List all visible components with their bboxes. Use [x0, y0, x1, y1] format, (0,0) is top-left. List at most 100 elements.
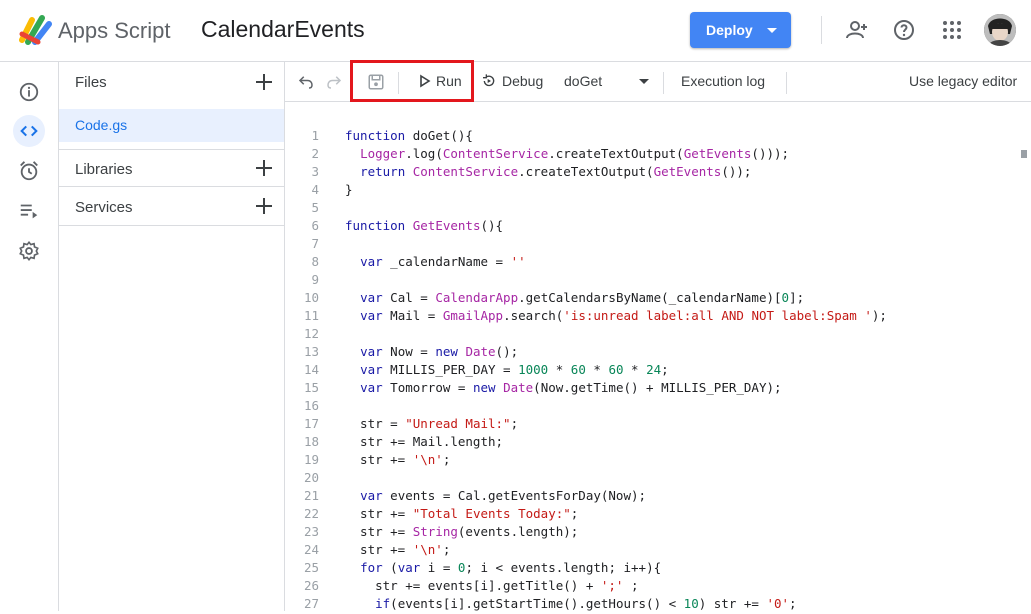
scrollbar-marker[interactable] — [1021, 150, 1027, 158]
add-file-icon[interactable] — [254, 72, 274, 92]
settings-icon[interactable] — [13, 235, 45, 267]
code-line[interactable]: 5 — [285, 200, 1015, 218]
undo-icon[interactable] — [297, 73, 315, 91]
add-person-icon[interactable] — [845, 18, 869, 42]
code-text[interactable]: } — [345, 182, 353, 197]
code-text[interactable]: str += events[i].getTitle() + ';' ; — [345, 578, 638, 593]
help-icon[interactable] — [892, 18, 916, 42]
code-line[interactable]: 11 var Mail = GmailApp.search('is:unread… — [285, 308, 1015, 326]
apps-script-logo[interactable] — [18, 14, 54, 46]
code-text[interactable]: str += Mail.length; — [345, 434, 503, 449]
code-text[interactable]: Logger.log(ContentService.createTextOutp… — [345, 146, 789, 161]
code-text[interactable]: function doGet(){ — [345, 128, 473, 143]
project-title[interactable]: CalendarEvents — [201, 16, 365, 43]
redo-icon[interactable] — [325, 73, 343, 91]
code-text[interactable]: if(events[i].getStartTime().getHours() <… — [345, 596, 796, 611]
line-number: 2 — [311, 146, 319, 161]
line-number: 13 — [303, 344, 319, 359]
code-line[interactable]: 6 function GetEvents(){ — [285, 218, 1015, 236]
code-line[interactable]: 8 var _calendarName = '' — [285, 254, 1015, 272]
code-text[interactable]: var _calendarName = '' — [345, 254, 526, 269]
code-text[interactable]: str += '\n'; — [345, 542, 450, 557]
line-number: 14 — [303, 362, 319, 377]
code-text[interactable]: var Cal = CalendarApp.getCalendarsByName… — [345, 290, 804, 305]
files-panel: Files Code.gs Libraries Services — [59, 62, 285, 611]
code-text[interactable]: str = "Unread Mail:"; — [345, 416, 518, 431]
debug-icon — [483, 74, 495, 87]
code-line[interactable]: 7 — [285, 236, 1015, 254]
code-line[interactable]: 23 str += String(events.length); — [285, 524, 1015, 542]
code-editor[interactable]: 1 function doGet(){ 2 Logger.log(ContentSe… — [285, 102, 1031, 611]
code-line[interactable]: 16 — [285, 398, 1015, 416]
code-text[interactable]: for (var i = 0; i < events.length; i++){ — [345, 560, 661, 575]
line-number: 25 — [303, 560, 319, 575]
code-line[interactable]: 19 str += '\n'; — [285, 452, 1015, 470]
executions-icon[interactable] — [13, 195, 45, 227]
code-line[interactable]: 4} — [285, 182, 1015, 200]
code-text[interactable]: str += String(events.length); — [345, 524, 578, 539]
services-row[interactable]: Services — [59, 188, 284, 226]
code-line[interactable]: 25 for (var i = 0; i < events.length; i+… — [285, 560, 1015, 578]
triggers-icon[interactable] — [13, 155, 45, 187]
code-line[interactable]: 26 str += events[i].getTitle() + ';' ; — [285, 578, 1015, 596]
code-text[interactable]: str += "Total Events Today:"; — [345, 506, 578, 521]
code-line[interactable]: 22 str += "Total Events Today:"; — [285, 506, 1015, 524]
deploy-button[interactable]: Deploy — [690, 12, 791, 48]
line-number: 4 — [311, 182, 319, 197]
use-legacy-editor-button[interactable]: Use legacy editor — [909, 73, 1017, 89]
overview-icon[interactable] — [13, 76, 45, 108]
files-header: Files — [59, 62, 284, 102]
line-number: 9 — [311, 272, 319, 287]
line-number: 24 — [303, 542, 319, 557]
libraries-row[interactable]: Libraries — [59, 149, 284, 187]
code-text[interactable]: var Now = new Date(); — [345, 344, 518, 359]
deploy-label: Deploy — [706, 22, 753, 38]
code-text[interactable]: var Mail = GmailApp.search('is:unread la… — [345, 308, 887, 323]
code-text[interactable]: var MILLIS_PER_DAY = 1000 * 60 * 60 * 24… — [345, 362, 669, 377]
code-line[interactable]: 20 — [285, 470, 1015, 488]
code-line[interactable]: 10 var Cal = CalendarApp.getCalendarsByN… — [285, 290, 1015, 308]
divider — [821, 16, 822, 44]
code-line[interactable]: 21 var events = Cal.getEventsForDay(Now)… — [285, 488, 1015, 506]
code-line[interactable]: 18 str += Mail.length; — [285, 434, 1015, 452]
debug-button[interactable]: Debug — [481, 73, 543, 89]
code-text[interactable]: return ContentService.createTextOutput(G… — [345, 164, 751, 179]
editor-icon[interactable] — [13, 115, 45, 147]
line-number: 23 — [303, 524, 319, 539]
code-line[interactable]: 15 var Tomorrow = new Date(Now.getTime()… — [285, 380, 1015, 398]
code-line[interactable]: 12 — [285, 326, 1015, 344]
execution-log-button[interactable]: Execution log — [681, 73, 765, 89]
code-line[interactable]: 13 var Now = new Date(); — [285, 344, 1015, 362]
toolbar-divider — [663, 72, 664, 94]
code-line[interactable]: 9 — [285, 272, 1015, 290]
file-item-code-gs[interactable]: Code.gs — [59, 109, 284, 142]
libraries-label: Libraries — [75, 161, 133, 178]
line-number: 22 — [303, 506, 319, 521]
code-line[interactable]: 1 function doGet(){ — [285, 128, 1015, 146]
top-app-bar: Apps Script CalendarEvents Deploy — [0, 0, 1031, 62]
code-line[interactable]: 14 var MILLIS_PER_DAY = 1000 * 60 * 60 *… — [285, 362, 1015, 380]
add-service-icon[interactable] — [254, 196, 274, 216]
code-text[interactable]: var Tomorrow = new Date(Now.getTime() + … — [345, 380, 781, 395]
code-line[interactable]: 3 return ContentService.createTextOutput… — [285, 164, 1015, 182]
line-number: 16 — [303, 398, 319, 413]
add-library-icon[interactable] — [254, 158, 274, 178]
code-line[interactable]: 2 Logger.log(ContentService.createTextOu… — [285, 146, 1015, 164]
code-text[interactable]: function GetEvents(){ — [345, 218, 503, 233]
line-number: 7 — [311, 236, 319, 251]
code-line[interactable]: 17 str = "Unread Mail:"; — [285, 416, 1015, 434]
function-select[interactable]: doGet — [564, 73, 654, 89]
account-avatar[interactable] — [984, 14, 1016, 46]
apps-grid-icon[interactable] — [940, 18, 964, 42]
line-number: 11 — [303, 308, 319, 323]
file-name: Code.gs — [75, 117, 128, 133]
code-text[interactable]: str += '\n'; — [345, 452, 450, 467]
line-number: 27 — [303, 596, 319, 611]
code-line[interactable]: 24 str += '\n'; — [285, 542, 1015, 560]
line-number: 5 — [311, 200, 319, 215]
line-number: 1 — [311, 128, 319, 143]
code-text[interactable]: var events = Cal.getEventsForDay(Now); — [345, 488, 646, 503]
chevron-down-icon — [639, 79, 649, 84]
code-line[interactable]: 27 if(events[i].getStartTime().getHours(… — [285, 596, 1015, 614]
line-number: 12 — [303, 326, 319, 341]
